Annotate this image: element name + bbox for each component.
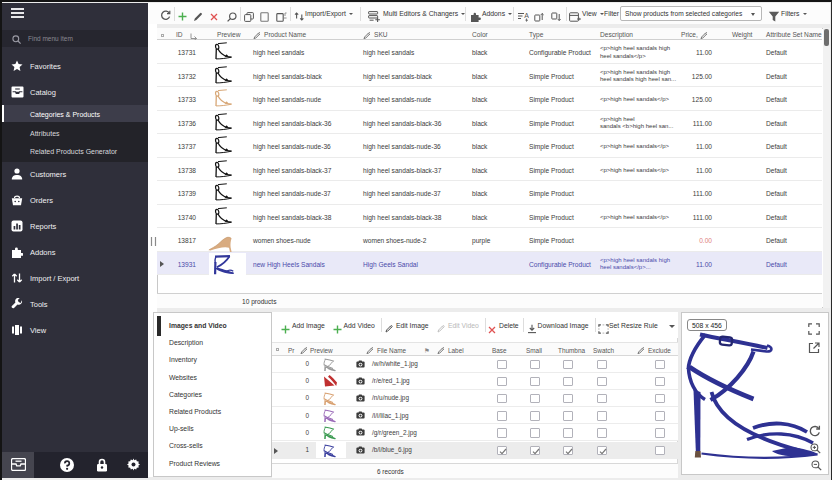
svg-text:A: A [524,12,529,19]
